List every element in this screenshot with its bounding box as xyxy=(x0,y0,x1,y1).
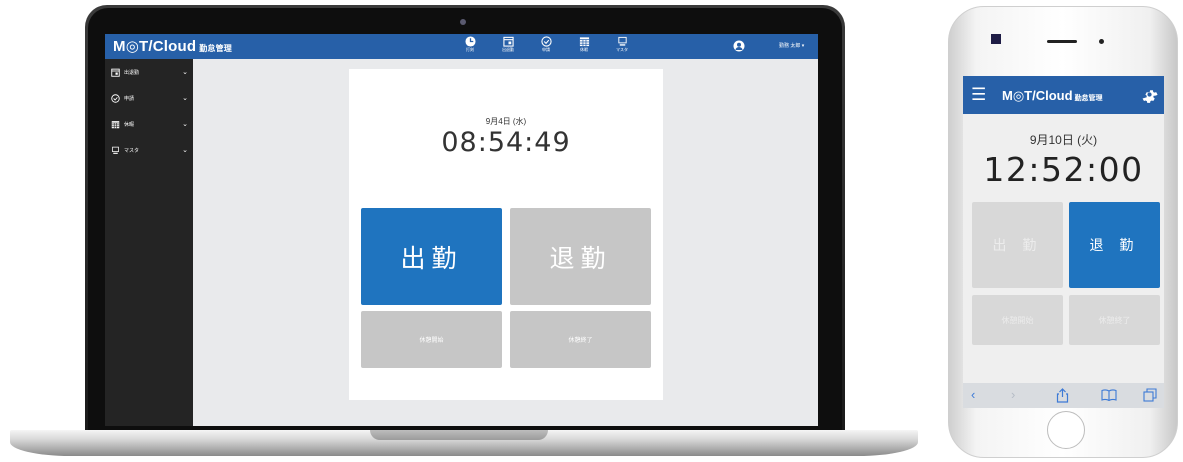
nav-item-request[interactable]: 申請 xyxy=(537,36,555,52)
home-button[interactable] xyxy=(1047,411,1085,449)
current-time: 08:54:49 xyxy=(441,127,571,158)
top-nav: 打刻 出退勤 申請 休暇 マスタ xyxy=(461,36,631,52)
sidebar-item-master[interactable]: マスタ ⌄ xyxy=(105,137,193,163)
chevron-down-icon: ⌄ xyxy=(182,69,188,76)
laptop-notch xyxy=(370,430,548,440)
mobile-header: ☰ M◎T/Cloud 勤怠管理 xyxy=(963,76,1164,114)
back-icon[interactable]: ‹ xyxy=(971,387,975,402)
calendar-icon xyxy=(111,68,120,77)
sidebar-item-label: 申請 xyxy=(124,95,135,102)
monitor-icon xyxy=(112,146,119,154)
mobile-screen: ☰ M◎T/Cloud 勤怠管理 9月10日 (火) 12:52:00 出 勤 退… xyxy=(963,76,1164,408)
laptop-base xyxy=(10,430,918,456)
chevron-down-icon: ⌄ xyxy=(182,147,188,154)
clock-in-button[interactable]: 出 勤 xyxy=(972,202,1063,288)
laptop-camera xyxy=(460,19,466,25)
clock-out-button[interactable]: 退勤 xyxy=(510,208,651,305)
check-circle-icon xyxy=(111,93,120,103)
sidebar: 出退勤 ⌄ 申請 ⌄ 休暇 ⌄ マスタ ⌄ xyxy=(105,59,193,426)
chevron-down-icon: ⌄ xyxy=(182,121,188,128)
chevron-down-icon: ⌄ xyxy=(182,95,188,102)
sidebar-item-label: 出退勤 xyxy=(124,69,140,76)
user-icon[interactable] xyxy=(733,40,745,52)
current-time: 12:52:00 xyxy=(983,150,1144,189)
phone-speaker xyxy=(1047,40,1077,43)
break-end-button[interactable]: 休憩終了 xyxy=(1069,295,1160,345)
check-circle-icon xyxy=(540,36,552,47)
nav-item-punch[interactable]: 打刻 xyxy=(461,36,479,52)
current-date: 9月10日 (火) xyxy=(1029,133,1098,147)
sidebar-item-leave[interactable]: 休暇 ⌄ xyxy=(105,111,193,137)
clock-out-button[interactable]: 退 勤 xyxy=(1069,202,1160,288)
sidebar-item-label: マスタ xyxy=(124,147,140,154)
calendar-grid-icon xyxy=(111,120,120,128)
calendar-icon xyxy=(502,36,514,47)
break-end-button[interactable]: 休憩終了 xyxy=(510,311,651,368)
calendar-grid-icon xyxy=(579,37,589,47)
clock-in-button[interactable]: 出勤 xyxy=(361,208,502,305)
monitor-icon xyxy=(617,36,627,46)
punch-card: 9月4日 (水) 08:54:49 出勤 退勤 休憩開始 休憩終了 xyxy=(349,69,663,400)
nav-item-leave[interactable]: 休暇 xyxy=(575,36,593,52)
sidebar-item-request[interactable]: 申請 ⌄ xyxy=(105,85,193,111)
user-menu[interactable]: 勤務 太郎 ▾ xyxy=(779,42,804,49)
forward-icon[interactable]: › xyxy=(1011,387,1015,402)
share-icon[interactable] xyxy=(1056,388,1069,403)
break-start-button[interactable]: 休憩開始 xyxy=(361,311,502,368)
nav-item-attendance[interactable]: 出退勤 xyxy=(499,36,517,52)
desktop-header: M◎T/Cloud 勤怠管理 打刻 出退勤 申請 休暇 マスタ 勤務 太郎 ▾ xyxy=(105,34,818,59)
sidebar-item-attendance[interactable]: 出退勤 ⌄ xyxy=(105,59,193,85)
phone-frame: ☰ M◎T/Cloud 勤怠管理 9月10日 (火) 12:52:00 出 勤 退… xyxy=(948,6,1178,458)
hamburger-menu-icon[interactable]: ☰ xyxy=(971,86,986,103)
current-date: 9月4日 (水) xyxy=(485,117,527,126)
app-logo[interactable]: M◎T/Cloud 勤怠管理 xyxy=(1002,88,1103,104)
browser-toolbar: ‹ › xyxy=(963,383,1164,408)
tabs-icon[interactable] xyxy=(1143,388,1157,402)
bookmarks-icon[interactable] xyxy=(1101,389,1117,401)
clock-icon xyxy=(464,36,476,47)
phone-sensor xyxy=(1099,39,1104,44)
gear-icon[interactable] xyxy=(1141,86,1158,103)
desktop-screen: M◎T/Cloud 勤怠管理 打刻 出退勤 申請 休暇 マスタ 勤務 太郎 ▾ … xyxy=(105,34,818,426)
phone-camera xyxy=(991,34,1001,44)
sidebar-item-label: 休暇 xyxy=(124,121,135,128)
break-start-button[interactable]: 休憩開始 xyxy=(972,295,1063,345)
nav-item-master[interactable]: マスタ xyxy=(613,36,631,52)
app-logo[interactable]: M◎T/Cloud 勤怠管理 xyxy=(113,37,232,55)
